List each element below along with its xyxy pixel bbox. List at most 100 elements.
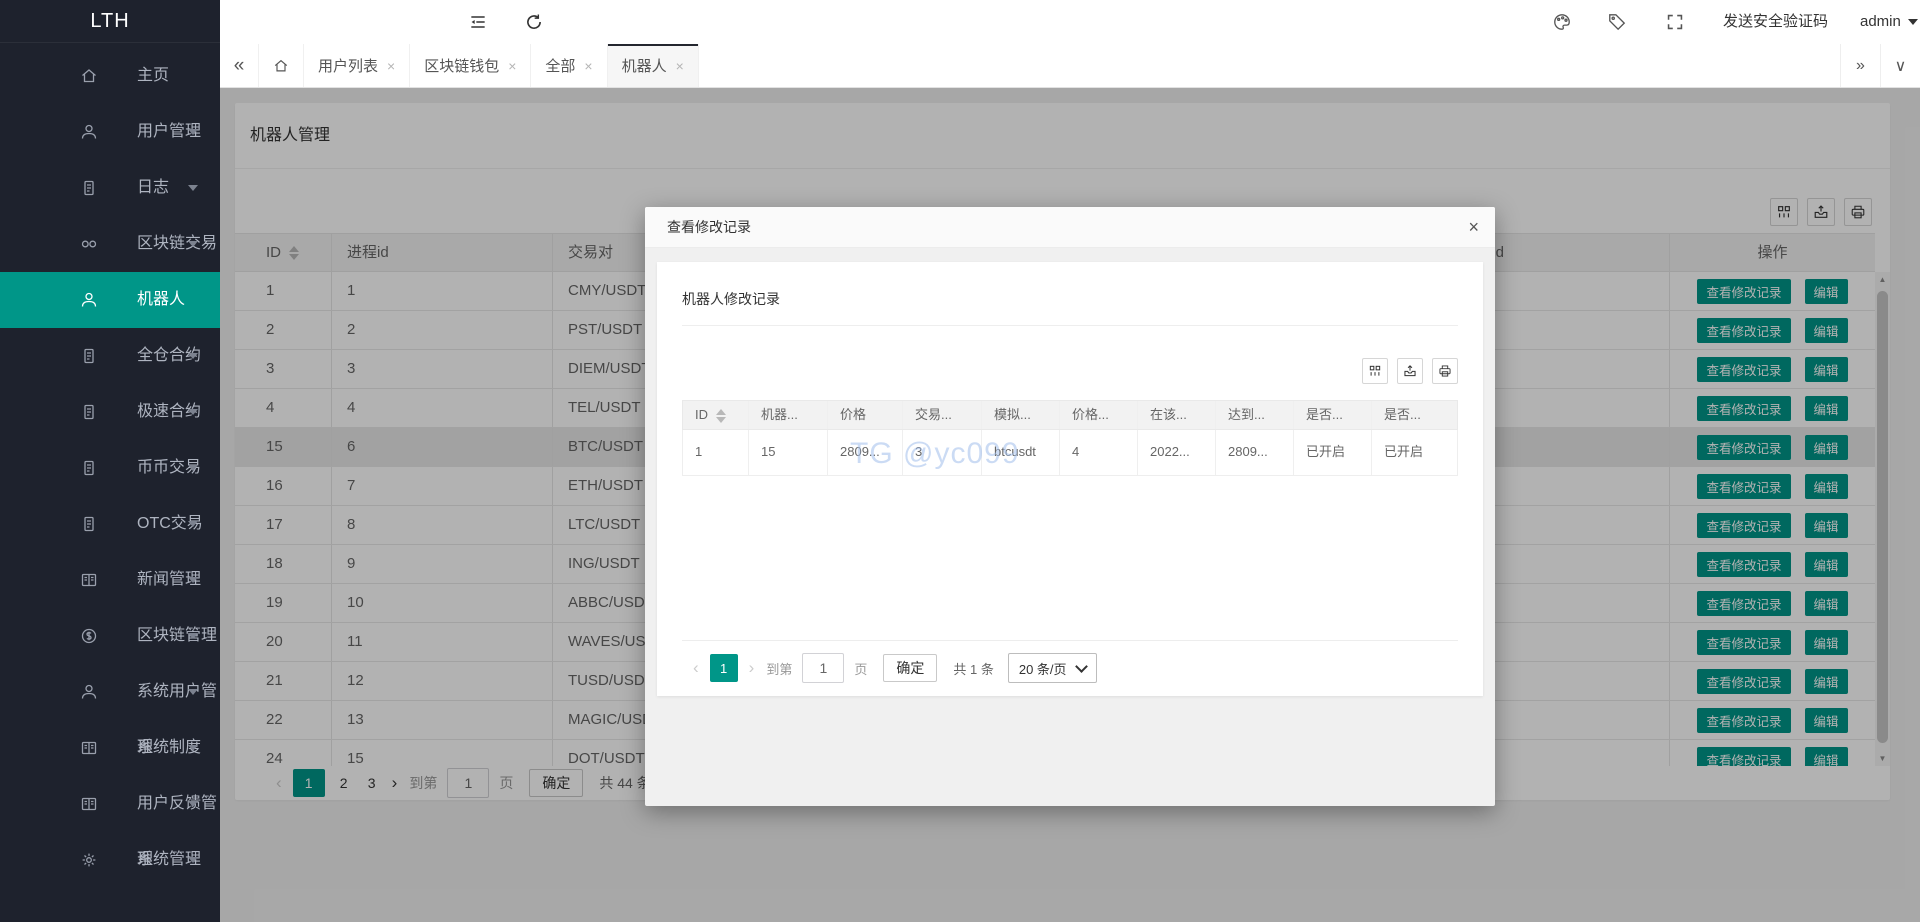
tab-all[interactable]: 全部 × xyxy=(531,44,607,87)
fullscreen-icon[interactable] xyxy=(1665,12,1685,32)
prev-page-icon[interactable]: ‹ xyxy=(687,658,705,678)
sidebar-item-full-contract[interactable]: 全仓合约 xyxy=(0,328,220,384)
sidebar-menu: 主页 用户管理 日志 区块链交易 机器人 全仓合约 极速 xyxy=(0,43,220,888)
news-icon xyxy=(80,739,98,757)
column-header: 是否... xyxy=(1294,401,1372,429)
modal-panel: 机器人修改记录 ID 机器... 价格 交易... 模拟... 价格... 在该… xyxy=(657,262,1483,696)
sidebar-item-label: 主页 xyxy=(137,67,169,84)
gear-icon xyxy=(80,851,98,869)
double-chevron-left-icon: « xyxy=(234,55,245,77)
tab-user-list[interactable]: 用户列表 × xyxy=(304,44,410,87)
column-header[interactable]: ID xyxy=(683,401,749,429)
print-icon[interactable] xyxy=(1432,358,1458,384)
modal-table-toolbar xyxy=(1362,358,1458,384)
file-icon xyxy=(80,347,98,365)
tabs-menu-button[interactable]: ∨ xyxy=(1880,44,1920,87)
close-icon[interactable]: × xyxy=(387,58,395,74)
page-unit-label: 页 xyxy=(854,659,867,678)
theme-palette-icon[interactable] xyxy=(1552,12,1572,32)
cell: 1 xyxy=(683,430,749,475)
divider xyxy=(682,640,1458,641)
page-1-button[interactable]: 1 xyxy=(710,654,738,682)
modal-header: 查看修改记录 × xyxy=(645,207,1495,248)
sidebar-item-blockchain-mgmt[interactable]: 区块链管理 xyxy=(0,608,220,664)
user-icon xyxy=(80,123,98,141)
admin-user-menu[interactable]: admin xyxy=(1860,0,1918,44)
modal-section-title: 机器人修改记录 xyxy=(682,289,780,309)
cell: btcusdt xyxy=(982,430,1060,475)
sidebar-item-otc-trade[interactable]: OTC交易 xyxy=(0,496,220,552)
page-size-select[interactable]: 20 条/页 xyxy=(1008,653,1097,683)
refresh-icon[interactable] xyxy=(524,12,544,32)
column-header: 达到... xyxy=(1216,401,1294,429)
collapse-sidebar-icon[interactable] xyxy=(468,12,488,32)
chevron-down-icon xyxy=(188,521,198,527)
tab-robots[interactable]: 机器人 × xyxy=(608,44,699,87)
sidebar-item-home[interactable]: 主页 xyxy=(0,48,220,104)
sidebar-item-fast-contract[interactable]: 极速合约 xyxy=(0,384,220,440)
chevron-down-icon xyxy=(188,129,198,135)
columns-toggle-icon[interactable] xyxy=(1362,358,1388,384)
column-header: 价格... xyxy=(1060,401,1138,429)
divider xyxy=(682,325,1458,326)
sidebar-item-blockchain-trade[interactable]: 区块链交易 xyxy=(0,216,220,272)
export-icon[interactable] xyxy=(1397,358,1423,384)
sidebar-item-user-mgmt[interactable]: 用户管理 xyxy=(0,104,220,160)
brand-logo: LTH xyxy=(0,0,220,43)
chevron-down-icon xyxy=(188,241,198,247)
close-icon[interactable]: × xyxy=(676,58,684,74)
tab-blockchain-wallet[interactable]: 区块链钱包 × xyxy=(410,44,531,87)
tabs-scroll-left-button[interactable]: « xyxy=(220,44,258,87)
tab-label: 机器人 xyxy=(622,55,667,76)
column-header: 机器... xyxy=(749,401,828,429)
tab-home[interactable] xyxy=(258,44,304,87)
column-header: 是否... xyxy=(1372,401,1457,429)
tab-bar: « 用户列表 × 区块链钱包 × 全部 × 机器人 × » ∨ xyxy=(220,44,1920,88)
cell: 已开启 xyxy=(1372,430,1457,475)
sidebar-item-system-rules[interactable]: 系统制度 xyxy=(0,720,220,776)
sidebar-item-system-mgmt[interactable]: 系统管理 xyxy=(0,832,220,888)
column-header: 价格 xyxy=(828,401,903,429)
sidebar-item-label: 日志 xyxy=(137,179,169,196)
chevron-down-icon xyxy=(188,801,198,807)
tab-label: 区块链钱包 xyxy=(424,55,499,76)
next-page-icon[interactable]: › xyxy=(743,658,761,678)
user-icon xyxy=(80,683,98,701)
sort-icon[interactable] xyxy=(716,409,726,423)
sidebar-item-logs[interactable]: 日志 xyxy=(0,160,220,216)
tabs-scroll-right-button[interactable]: » xyxy=(1840,44,1880,87)
chevron-down-icon xyxy=(188,353,198,359)
home-icon xyxy=(80,67,98,85)
sidebar-item-news-mgmt[interactable]: 新闻管理 xyxy=(0,552,220,608)
chevron-down-icon: ∨ xyxy=(1895,56,1907,76)
double-chevron-right-icon: » xyxy=(1856,57,1865,75)
close-icon[interactable]: × xyxy=(508,58,516,74)
tag-icon[interactable] xyxy=(1607,12,1627,32)
sidebar-item-feedback-mgmt[interactable]: 用户反馈管理 xyxy=(0,776,220,832)
news-icon xyxy=(80,795,98,813)
sidebar-item-system-users[interactable]: 系统用户管理 xyxy=(0,664,220,720)
file-icon xyxy=(80,459,98,477)
cell: 已开启 xyxy=(1294,430,1372,475)
cell: 2809... xyxy=(828,430,903,475)
sidebar-item-label: 机器人 xyxy=(137,291,185,308)
chevron-down-icon xyxy=(188,577,198,583)
send-security-code-button[interactable]: 发送安全验证码 xyxy=(1723,0,1828,44)
top-navbar: 发送安全验证码 admin xyxy=(220,0,1920,44)
sidebar-item-robots[interactable]: 机器人 xyxy=(0,272,220,328)
column-header: 交易... xyxy=(903,401,982,429)
cell: 2809... xyxy=(1216,430,1294,475)
column-header: 模拟... xyxy=(982,401,1060,429)
file-icon xyxy=(80,515,98,533)
file-icon xyxy=(80,179,98,197)
cell: 2022... xyxy=(1138,430,1216,475)
page-jump-input[interactable] xyxy=(802,653,844,683)
confirm-button[interactable]: 确定 xyxy=(883,654,937,682)
column-header: 在该... xyxy=(1138,401,1216,429)
sidebar-item-spot-trade[interactable]: 币币交易 xyxy=(0,440,220,496)
chevron-down-icon xyxy=(188,465,198,471)
sidebar: LTH 主页 用户管理 日志 区块链交易 机器人 全仓合约 xyxy=(0,0,220,922)
modal-title: 查看修改记录 xyxy=(667,219,751,235)
close-icon[interactable]: × xyxy=(1468,207,1479,247)
close-icon[interactable]: × xyxy=(584,58,592,74)
